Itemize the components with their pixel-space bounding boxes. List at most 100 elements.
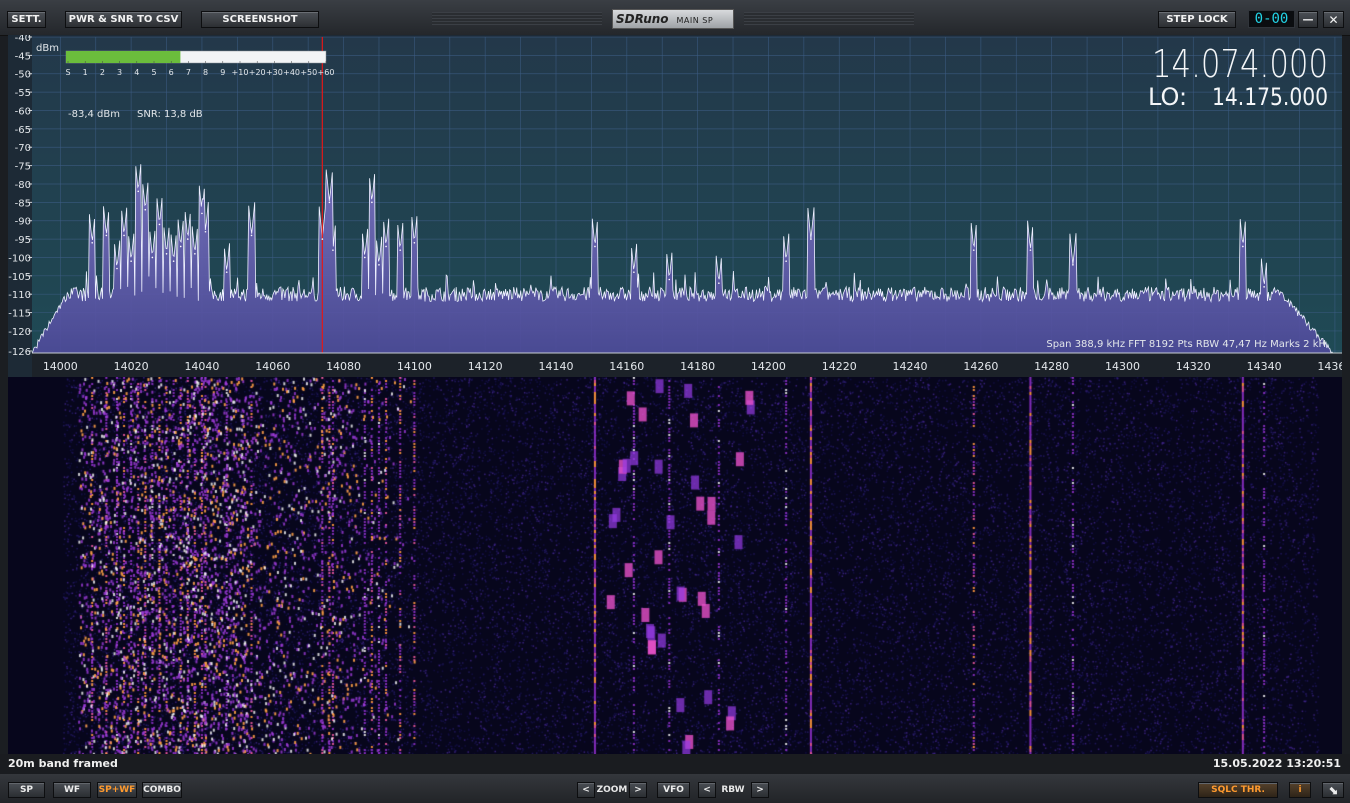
y-tick-label: -90 bbox=[15, 217, 31, 228]
spectrum-peak bbox=[399, 249, 402, 251]
minimize-icon[interactable]: — bbox=[1298, 11, 1318, 28]
unit-label: dBm bbox=[36, 43, 59, 54]
s-meter-scale-label: 7 bbox=[186, 68, 191, 77]
sp-wf-mode-button[interactable]: SP+WF bbox=[97, 782, 137, 798]
sp-mode-button[interactable]: SP bbox=[8, 782, 45, 798]
spectrum-panel[interactable]: -40 -45 -50 -55 -60 -65 -70 -75 -80 -85 -90 -95 -100… bbox=[8, 35, 1342, 377]
drag-grip-left[interactable] bbox=[432, 12, 602, 25]
spectrum-peak bbox=[328, 201, 331, 204]
spectrum-peak bbox=[321, 238, 324, 240]
spectrum-peak bbox=[144, 208, 147, 211]
x-tick-label: 14320 bbox=[1176, 360, 1211, 373]
x-tick-label: 14140 bbox=[539, 360, 574, 373]
rbw-label: RBW bbox=[721, 785, 745, 795]
spectrum-peak bbox=[378, 264, 380, 266]
s-meter-level bbox=[66, 51, 181, 63]
x-tick-label: 14100 bbox=[397, 360, 432, 373]
x-tick-label: 14060 bbox=[255, 360, 290, 373]
y-tick-label: -70 bbox=[15, 143, 31, 154]
s-meter-scale-label: 9 bbox=[220, 68, 225, 77]
zoom-in-icon[interactable]: > bbox=[629, 782, 647, 798]
y-tick-label: -120 bbox=[8, 327, 31, 338]
spectrum-peak bbox=[225, 271, 228, 273]
spectrum-peak bbox=[364, 256, 366, 259]
x-tick-label: 14160 bbox=[609, 360, 644, 373]
rbw-increase-icon[interactable]: > bbox=[751, 782, 769, 798]
y-tick-label: -65 bbox=[15, 125, 31, 136]
y-tick-label: -60 bbox=[15, 106, 31, 117]
spectrum-peak bbox=[332, 249, 334, 251]
step-lock-button[interactable]: STEP LOCK bbox=[1158, 11, 1236, 28]
y-tick-label: -55 bbox=[15, 88, 31, 99]
zoom-out-icon[interactable]: < bbox=[577, 782, 595, 798]
y-tick-label: -75 bbox=[15, 162, 31, 173]
vfo-frequency[interactable]: 14.074.000 bbox=[1152, 42, 1328, 86]
y-tick-label: -45 bbox=[15, 51, 31, 62]
spectrum-peak bbox=[165, 252, 168, 255]
spectrum-peak bbox=[250, 234, 253, 237]
snr-readout: SNR: 13,8 dB bbox=[137, 109, 203, 120]
x-tick-label: 14280 bbox=[1034, 360, 1069, 373]
s-meter-scale-label: +40 bbox=[283, 68, 300, 77]
x-tick-label: 14180 bbox=[680, 360, 715, 373]
combo-mode-button[interactable]: COMBO bbox=[142, 782, 182, 798]
timestamp: 15.05.2022 13:20:51 bbox=[1212, 757, 1341, 770]
waterfall-canvas[interactable] bbox=[8, 377, 1342, 754]
spectrum-peak bbox=[1029, 249, 1032, 251]
waterfall-label: 20m band framed bbox=[8, 757, 118, 770]
settings-button[interactable]: SETT. bbox=[7, 11, 46, 28]
info-icon[interactable]: i bbox=[1289, 782, 1311, 798]
spectrum-peak bbox=[186, 238, 189, 240]
drag-grip-right[interactable] bbox=[744, 12, 914, 25]
x-tick-label: 14000 bbox=[43, 360, 78, 373]
spectrum-peak bbox=[91, 241, 93, 244]
vfo-button[interactable]: VFO bbox=[657, 782, 690, 798]
s-meter-scale-label: S bbox=[65, 68, 70, 77]
spectrum-peak bbox=[633, 271, 635, 273]
spectrum-peak bbox=[105, 234, 108, 237]
spectrum-peak bbox=[194, 252, 196, 255]
spectrum-peak bbox=[810, 238, 812, 240]
s-meter-scale-label: 6 bbox=[169, 68, 174, 77]
spectrum-peak bbox=[972, 249, 975, 251]
spectrum-peak bbox=[718, 282, 720, 284]
s-meter-scale-label: 3 bbox=[117, 68, 122, 77]
spectrum-peak bbox=[385, 245, 387, 248]
lo-frequency[interactable]: 14.175.000 bbox=[1212, 83, 1328, 111]
rbw-decrease-icon[interactable]: < bbox=[698, 782, 716, 798]
x-tick-label: 14200 bbox=[751, 360, 786, 373]
s-meter-scale-label: 1 bbox=[83, 68, 88, 77]
x-tick-label: 14260 bbox=[963, 360, 998, 373]
spectrum-peak bbox=[137, 190, 140, 193]
waterfall-panel[interactable] bbox=[8, 377, 1342, 754]
y-tick-label: -100 bbox=[8, 253, 31, 264]
x-tick-label: 14240 bbox=[893, 360, 928, 373]
y-tick-label: -80 bbox=[15, 180, 31, 191]
status-bar: 20m band framed 15.05.2022 13:20:51 bbox=[0, 754, 1350, 774]
x-tick-label: 14340 bbox=[1247, 360, 1282, 373]
y-tick-label: -40 bbox=[15, 35, 31, 44]
screenshot-button[interactable]: SCREENSHOT bbox=[201, 11, 319, 28]
pwr-snr-csv-button[interactable]: PWR & SNR TO CSV bbox=[65, 11, 182, 28]
s-meter-scale-label: +30 bbox=[266, 68, 283, 77]
x-tick-label: 14360 bbox=[1317, 360, 1342, 373]
spectrum-peak bbox=[594, 245, 596, 248]
power-readout: -83,4 dBm bbox=[68, 109, 120, 120]
title-bar: SETT. PWR & SNR TO CSV SCREENSHOT SDRuno… bbox=[0, 0, 1350, 36]
spectrum-peak bbox=[130, 260, 132, 262]
spectrum-peak bbox=[1072, 264, 1074, 266]
logo-window-name: MAIN SP bbox=[676, 16, 714, 25]
spectrum-peak bbox=[204, 230, 207, 233]
spectrum-peak bbox=[158, 223, 161, 226]
spectrum-peak bbox=[172, 260, 175, 262]
y-tick-label: -105 bbox=[8, 272, 31, 283]
spectrum-peak bbox=[201, 212, 203, 215]
zoom-label: ZOOM bbox=[596, 785, 628, 795]
s-meter-scale-label: +60 bbox=[318, 68, 335, 77]
resize-icon[interactable]: ⬊ bbox=[1322, 782, 1344, 798]
close-icon[interactable]: ✕ bbox=[1323, 11, 1344, 28]
bottom-toolbar: SP WF SP+WF COMBO < ZOOM > VFO < RBW > S… bbox=[0, 774, 1350, 803]
wf-mode-button[interactable]: WF bbox=[53, 782, 91, 798]
spectrum-peak bbox=[785, 260, 787, 262]
sqlc-threshold-button[interactable]: SQLC THR. bbox=[1198, 782, 1278, 798]
